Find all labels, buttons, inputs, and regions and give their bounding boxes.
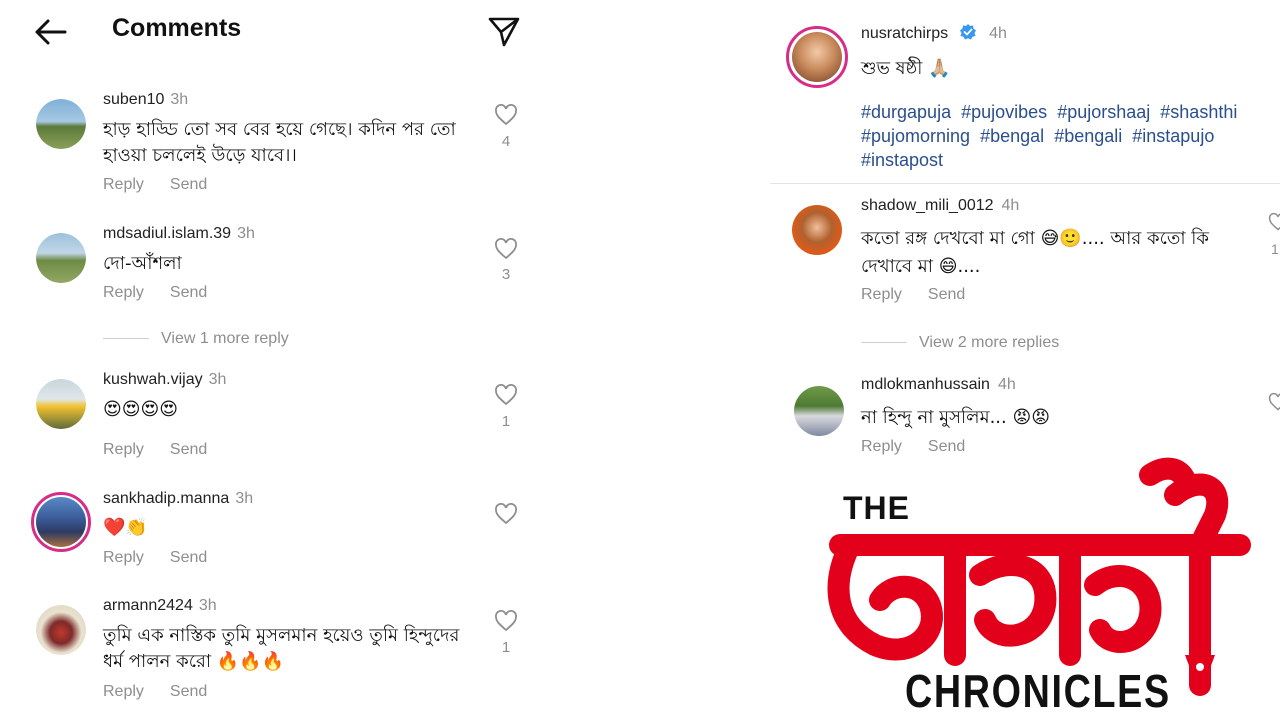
reply-button[interactable]: Reply [103,441,144,458]
reply-button[interactable]: Reply [861,438,902,455]
comment-actions: Reply Send [861,438,991,456]
avatar[interactable] [36,379,86,429]
comment-actions: Reply Send [103,284,233,302]
comment-text: তুমি এক নাস্তিক তুমি মুসলমান হয়েও তুমি … [103,625,460,672]
send-button[interactable]: Send [928,438,965,455]
avatar[interactable] [792,205,842,255]
hashtag-link[interactable]: #shashthi [1160,102,1237,122]
avatar[interactable] [36,99,86,149]
reply-button[interactable]: Reply [103,176,144,193]
comment-username[interactable]: mdlokmanhussain 4h [861,376,1016,394]
post-author-username[interactable]: nusratchirps 4h [861,23,1007,43]
view-more-replies[interactable]: View 1 more reply [103,330,289,348]
hashtag-link[interactable]: #durgapuja [861,102,951,122]
logo-chronicles-text: CHRONICLES [905,665,1171,717]
heart-icon[interactable] [494,238,518,260]
divider-line [861,342,907,344]
page-title: Comments [112,14,242,42]
reply-button[interactable]: Reply [861,286,902,303]
avatar[interactable] [31,492,91,552]
post-caption: শুভ ষষ্ঠী 🙏🏼 [861,58,951,79]
hashtag-link[interactable]: #instapujo [1132,126,1214,146]
comment-actions: Reply Send [103,176,233,194]
hashtag-link[interactable]: #bengali [1054,126,1122,146]
reply-button[interactable]: Reply [103,284,144,301]
comment-actions: Reply Send [103,441,233,459]
comment-username[interactable]: mdsadiul.islam.39 3h [103,225,255,243]
like-count: 3 [501,266,511,283]
caption-divider [770,183,1280,184]
comment-username[interactable]: sankhadip.manna 3h [103,490,253,508]
heart-icon[interactable] [494,503,518,525]
reply-button[interactable]: Reply [103,549,144,566]
comment-actions: Reply Send [103,549,233,567]
hashtag-link[interactable]: #bengal [980,126,1044,146]
comment-text: না হিন্দু না মুসলিম... 😡😡 [861,407,1050,428]
send-button[interactable]: Send [170,441,207,458]
comment-username[interactable]: armann2424 3h [103,597,217,615]
comment-actions: Reply Send [861,286,991,304]
verified-icon [959,24,976,40]
comment-text: 😍😍😍😍 [103,399,179,420]
comment-text: ❤️👏 [103,517,148,538]
like-count: 1 [1271,241,1279,257]
comment-username[interactable]: suben10 3h [103,91,188,109]
send-button[interactable]: Send [928,286,965,303]
post-hashtags: #durgapuja #pujovibes #pujorshaaj #shash… [861,100,1261,172]
comment-username[interactable]: kushwah.vijay 3h [103,371,226,389]
heart-icon[interactable] [494,610,518,632]
like-count: 1 [501,639,511,656]
share-send-icon[interactable] [487,14,521,48]
comment-actions: Reply Send [103,683,233,701]
send-button[interactable]: Send [170,176,207,193]
like-count: 4 [501,133,511,150]
reply-button[interactable]: Reply [103,683,144,700]
comments-header: Comments [0,0,540,64]
divider-line [103,338,149,340]
hashtag-link[interactable]: #instapost [861,150,943,170]
heart-icon[interactable] [1268,212,1280,232]
back-arrow-icon[interactable] [34,18,68,46]
avatar[interactable] [794,386,844,436]
send-button[interactable]: Send [170,549,207,566]
avatar[interactable] [36,605,86,655]
comment-text: কতো রঙ্গ দেখবো মা গো 😅🙂.... আর কতো কি দে… [861,228,1210,277]
post-author-avatar[interactable] [786,26,848,88]
hashtag-link[interactable]: #pujorshaaj [1057,102,1150,122]
comment-text: হাড় হাড্ডি তো সব বের হয়ে গেছে। কদিন পর… [103,119,456,166]
hashtag-link[interactable]: #pujovibes [961,102,1047,122]
hashtag-link[interactable]: #pujomorning [861,126,970,146]
comment-username[interactable]: shadow_mili_0012 4h [861,197,1019,215]
heart-icon[interactable] [1268,392,1280,412]
send-button[interactable]: Send [170,284,207,301]
view-more-replies[interactable]: View 2 more replies [861,334,1059,352]
avatar[interactable] [36,233,86,283]
send-button[interactable]: Send [170,683,207,700]
comment-text: দো-আঁশলা [103,253,182,274]
heart-icon[interactable] [494,384,518,406]
like-count: 1 [501,413,511,430]
heart-icon[interactable] [494,104,518,126]
